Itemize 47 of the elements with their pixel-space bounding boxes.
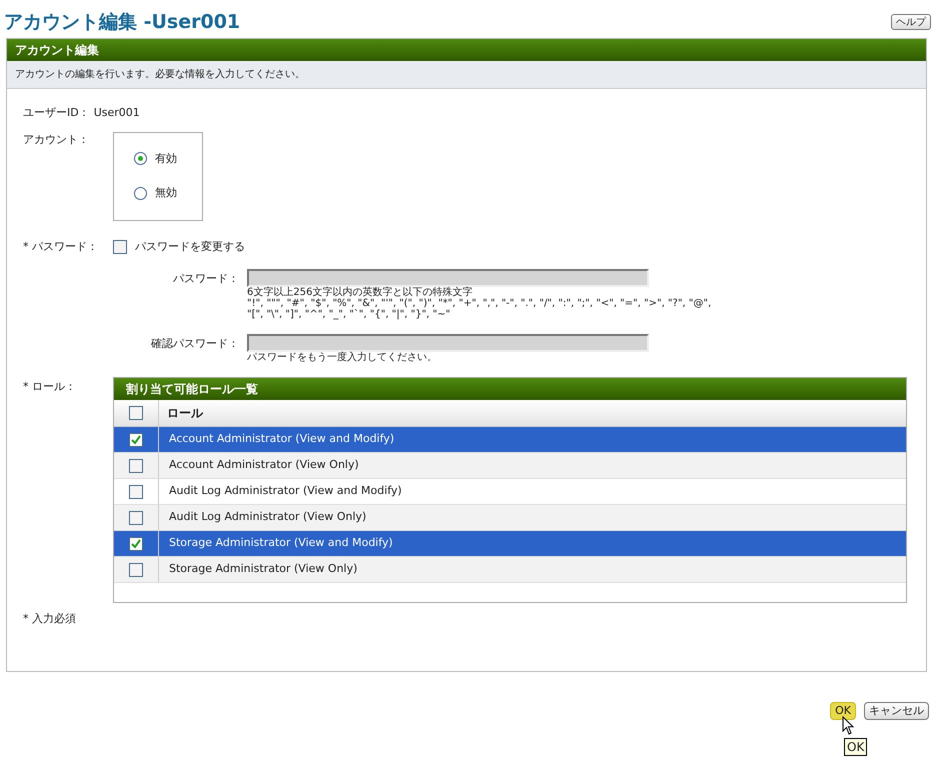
panel-description: アカウントの編集を行います。必要な情報を入力してください。 — [7, 61, 926, 89]
role-name: Account Administrator (View Only) — [168, 457, 359, 474]
user-id-value: User001 — [94, 105, 140, 121]
account-label: アカウント： — [23, 132, 90, 148]
column-header: ロール — [166, 405, 203, 422]
radio-label: 有効 — [155, 150, 177, 166]
radio-button[interactable] — [134, 186, 147, 200]
user-id-label: ユーザーID： — [23, 105, 90, 121]
select-all-checkbox[interactable] — [129, 406, 143, 420]
page-title: アカウント編集 -User001 — [4, 10, 240, 35]
role-name: Audit Log Administrator (View and Modify) — [168, 483, 402, 500]
field-label: 確認パスワード： — [150, 336, 240, 352]
required-note: * 入力必須 — [23, 611, 77, 627]
radio-button[interactable] — [134, 152, 147, 166]
panel-title: アカウント編集 — [7, 39, 926, 61]
row-checkbox[interactable] — [129, 562, 143, 576]
row-checkbox[interactable] — [129, 432, 143, 446]
hint-text: "!", """, "#", "$", "%", "&", "'", "(", ")", "*", "+", ",", "-", ".", "/", ":", ";", "<", "=", ">", "?", "@", — [247, 298, 712, 309]
role-name: Storage Administrator (View and Modify) — [168, 535, 393, 552]
row-checkbox[interactable] — [129, 536, 143, 550]
role-row[interactable]: Account Administrator (View and Modify) — [114, 427, 906, 453]
row-checkbox[interactable] — [129, 458, 143, 472]
role-name: Account Administrator (View and Modify) — [168, 431, 394, 448]
role-row[interactable]: Storage Administrator (View and Modify) — [114, 531, 906, 557]
tooltip: OK — [844, 738, 868, 756]
change-password-checkbox[interactable] — [113, 240, 127, 254]
role-name: Storage Administrator (View Only) — [168, 561, 358, 578]
hint-text: パスワードをもう一度入力してください。 — [247, 352, 438, 363]
cancel-button[interactable]: キャンセル — [864, 702, 929, 720]
role-row[interactable]: Account Administrator (View Only) — [114, 453, 906, 479]
role-row[interactable]: Storage Administrator (View Only) — [114, 557, 906, 583]
radio-label: 無効 — [155, 185, 177, 201]
field-label: パスワード： — [172, 271, 240, 287]
checkbox-label: パスワードを変更する — [135, 238, 245, 254]
mouse-cursor-icon — [842, 716, 856, 736]
help-button[interactable]: ヘルプ — [891, 14, 931, 30]
role-row[interactable]: Audit Log Administrator (View Only) — [114, 505, 906, 531]
role-name: Audit Log Administrator (View Only) — [168, 509, 366, 526]
hint-text: 6文字以上256文字以内の英数字と以下の特殊文字 — [247, 287, 474, 298]
row-checkbox[interactable] — [129, 510, 143, 524]
hint-text: "[", "\", "]", "^", "_", "`", "{", "|", "}", "~" — [247, 309, 452, 320]
role-table-title: 割り当て可能ロール一覧 — [114, 378, 906, 400]
password-label: * パスワード： — [23, 238, 99, 254]
role-row[interactable]: Audit Log Administrator (View and Modify) — [114, 479, 906, 505]
row-checkbox[interactable] — [129, 484, 143, 498]
role-label: * ロール： — [23, 379, 77, 395]
ok-button[interactable]: OK — [830, 702, 856, 720]
